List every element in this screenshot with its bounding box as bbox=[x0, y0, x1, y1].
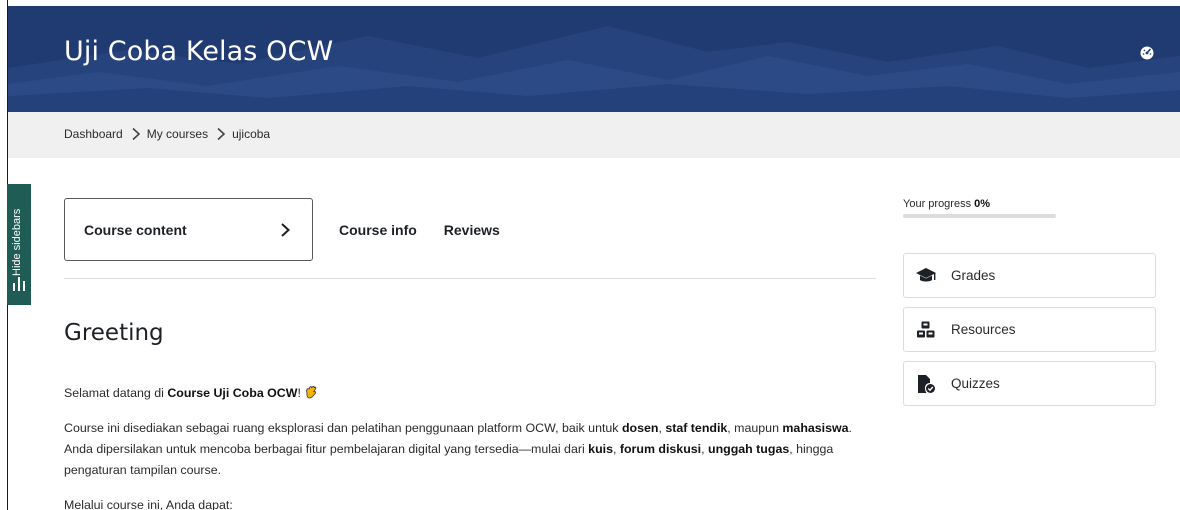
breadcrumb-bar: Dashboard My courses ujicoba bbox=[8, 112, 1180, 158]
tab-reviews[interactable]: Reviews bbox=[444, 222, 500, 238]
course-header: Uji Coba Kelas OCW bbox=[8, 6, 1180, 112]
side-link-resources-label: Resources bbox=[951, 322, 1016, 337]
chevron-right-icon bbox=[132, 127, 140, 141]
section-title: Greeting bbox=[64, 320, 164, 346]
waving-hand-icon bbox=[306, 385, 317, 399]
intro-text-6: , bbox=[701, 442, 708, 456]
breadcrumb-dashboard[interactable]: Dashboard bbox=[64, 127, 123, 141]
intro-bold-kuis: kuis bbox=[588, 442, 613, 456]
tab-course-info[interactable]: Course info bbox=[339, 222, 417, 238]
side-link-resources[interactable]: Resources bbox=[903, 307, 1156, 352]
graduation-cap-icon bbox=[916, 267, 936, 281]
intro-bold-dosen: dosen bbox=[621, 421, 659, 435]
list-intro-paragraph: Melalui course ini, Anda dapat: bbox=[64, 498, 233, 510]
breadcrumb: Dashboard My courses ujicoba bbox=[64, 127, 270, 141]
intro-text-5: , bbox=[612, 442, 620, 456]
file-check-icon bbox=[918, 374, 935, 393]
chevron-right-icon bbox=[281, 222, 290, 237]
side-link-quizzes-label: Quizzes bbox=[951, 376, 1000, 391]
breadcrumb-my-courses[interactable]: My courses bbox=[147, 127, 208, 141]
progress-label: Your progress 0% bbox=[903, 198, 990, 210]
intro-bold-staf: staf tendik bbox=[665, 421, 728, 435]
progress-bar bbox=[903, 214, 1056, 218]
course-tabs: Course content Course info Reviews bbox=[64, 198, 500, 261]
chevron-right-icon bbox=[217, 127, 226, 141]
tabs-divider bbox=[64, 278, 876, 279]
gauge-icon[interactable] bbox=[1140, 46, 1154, 60]
intro-bold-forum: forum diskusi bbox=[619, 442, 702, 456]
intro-bold-mahasiswa: mahasiswa bbox=[782, 421, 849, 435]
progress-text: Your progress bbox=[903, 198, 975, 210]
intro-text-3: , maupun bbox=[727, 421, 783, 435]
intro-paragraph: Course ini disediakan sebagai ruang eksp… bbox=[64, 418, 876, 481]
greeting-text: Selamat datang di bbox=[64, 386, 168, 400]
side-link-grades[interactable]: Grades bbox=[903, 253, 1156, 298]
tab-course-content[interactable]: Course content bbox=[64, 198, 313, 261]
intro-bold-unggah: unggah tugas bbox=[708, 442, 790, 456]
tab-course-content-label: Course content bbox=[84, 221, 187, 238]
course-title: Uji Coba Kelas OCW bbox=[64, 36, 334, 67]
intro-text-1: Course ini disediakan sebagai ruang eksp… bbox=[64, 421, 622, 435]
progress-value: 0% bbox=[974, 198, 991, 210]
cubes-icon bbox=[917, 321, 935, 337]
hide-sidebars-toggle[interactable]: Hide sidebars bbox=[7, 184, 31, 305]
greeting-exclaim: ! bbox=[297, 386, 301, 400]
breadcrumb-current-course[interactable]: ujicoba bbox=[232, 127, 270, 141]
greeting-paragraph: Selamat datang di Course Uji Coba OCW! bbox=[64, 383, 876, 404]
hide-sidebars-label: Hide sidebars bbox=[11, 208, 23, 276]
side-link-quizzes[interactable]: Quizzes bbox=[903, 361, 1156, 406]
side-link-grades-label: Grades bbox=[951, 268, 996, 283]
bar-chart-icon bbox=[13, 277, 25, 291]
greeting-course-name: Course Uji Coba OCW bbox=[167, 386, 298, 400]
